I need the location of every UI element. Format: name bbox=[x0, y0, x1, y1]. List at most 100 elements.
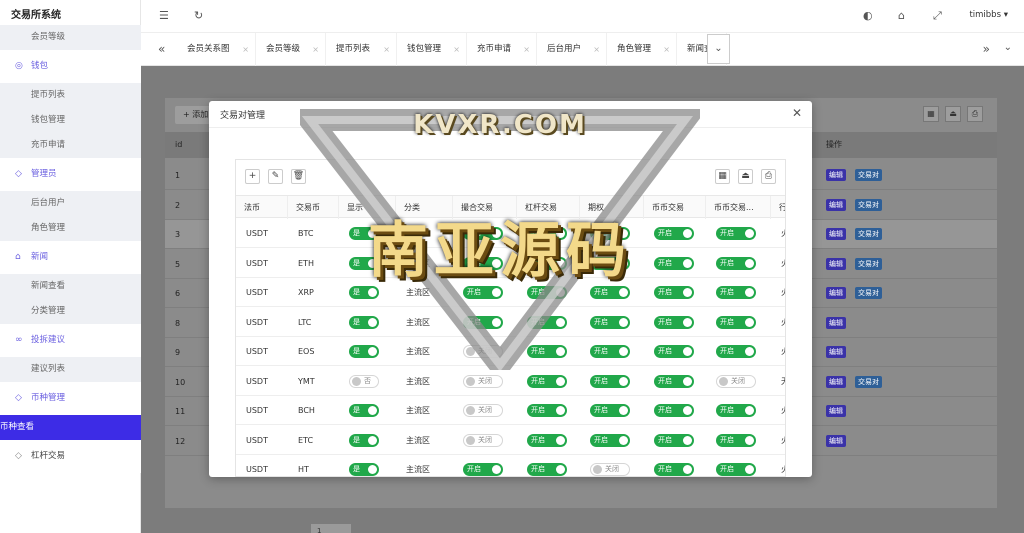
pair-button[interactable]: 交易对 bbox=[855, 169, 882, 181]
sidebar-item[interactable]: 角色管理 bbox=[0, 216, 141, 241]
toggle-switch[interactable]: 关闭 bbox=[463, 374, 503, 388]
close-icon[interactable]: × bbox=[312, 33, 319, 66]
tag-icon[interactable]: ⌂ bbox=[898, 9, 905, 22]
edit-button[interactable]: 编辑 bbox=[826, 198, 846, 211]
user-menu[interactable]: timibbs ▾ bbox=[969, 10, 1008, 20]
edit-button[interactable]: 编辑 bbox=[826, 375, 846, 388]
column-header[interactable]: 显示 bbox=[339, 196, 396, 219]
toggle-switch[interactable]: 开启 bbox=[654, 404, 694, 417]
toggle-switch[interactable]: 开启 bbox=[527, 404, 567, 417]
toggle-switch[interactable]: 开启 bbox=[590, 286, 630, 299]
toggle-switch[interactable]: 开启 bbox=[716, 404, 756, 417]
toggle-switch[interactable]: 是 bbox=[349, 404, 379, 417]
sidebar-item[interactable]: 分类管理 bbox=[0, 299, 141, 324]
toggle-switch[interactable]: 开启 bbox=[654, 227, 694, 240]
edit-button[interactable]: 编辑 bbox=[826, 287, 846, 299]
toggle-switch[interactable]: 开启 bbox=[463, 227, 503, 240]
toggle-switch[interactable]: 开启 bbox=[654, 286, 694, 299]
toggle-switch[interactable]: 开启 bbox=[716, 256, 756, 270]
theme-icon[interactable]: ◐ bbox=[863, 9, 873, 22]
tab[interactable]: 充币申请 × bbox=[467, 33, 537, 66]
toggle-switch[interactable]: 关闭 bbox=[463, 345, 503, 358]
column-header[interactable]: 分类 bbox=[396, 196, 453, 219]
tab[interactable]: 角色管理 × bbox=[607, 33, 677, 66]
toggle-switch[interactable]: 开启 bbox=[654, 374, 694, 388]
sidebar-item[interactable]: ◇ 杠杆交易 bbox=[0, 440, 141, 473]
edit-button[interactable]: 编辑 bbox=[826, 405, 846, 417]
sidebar-item[interactable]: 建议列表 bbox=[0, 357, 141, 382]
toggle-switch[interactable]: 开启 bbox=[527, 433, 567, 447]
edit-button[interactable]: 编辑 bbox=[826, 316, 846, 329]
fullscreen-icon[interactable]: ⤢ bbox=[933, 9, 942, 23]
column-header[interactable]: 撮合交易 bbox=[453, 196, 517, 219]
export-icon[interactable]: ⏏ bbox=[738, 169, 753, 184]
sidebar-item[interactable]: ◎ 钱包 bbox=[0, 50, 141, 83]
menu-fold-icon[interactable]: ☰ bbox=[159, 9, 169, 22]
toggle-switch[interactable]: 开启 bbox=[654, 345, 694, 358]
sidebar-item[interactable]: ◇ 币种管理 bbox=[0, 382, 141, 415]
sidebar-item[interactable]: ⌂ 新闻 bbox=[0, 241, 141, 274]
toggle-switch[interactable]: 是 bbox=[349, 345, 379, 358]
column-header[interactable]: 期权 bbox=[580, 196, 644, 219]
refresh-icon[interactable]: ↻ bbox=[194, 9, 203, 22]
toggle-switch[interactable]: 开启 bbox=[654, 463, 694, 476]
columns-icon[interactable]: ▦ bbox=[715, 169, 730, 184]
tabs-scroll-right-icon[interactable]: » bbox=[983, 42, 990, 56]
edit-button[interactable]: 编辑 bbox=[826, 346, 846, 358]
toggle-switch[interactable]: 开启 bbox=[654, 315, 694, 329]
sidebar-item[interactable]: ∞ 投拆建议 bbox=[0, 324, 141, 357]
toggle-switch[interactable]: 开启 bbox=[716, 433, 756, 447]
tabs-scroll-left-icon[interactable]: « bbox=[158, 42, 165, 56]
pair-button[interactable]: 交易对 bbox=[855, 198, 882, 211]
pair-button[interactable]: 交易对 bbox=[855, 257, 882, 270]
toggle-switch[interactable]: 开启 bbox=[463, 315, 503, 329]
sidebar-item[interactable]: ◇ 管理员 bbox=[0, 158, 141, 191]
toggle-switch[interactable]: 开启 bbox=[590, 374, 630, 388]
sidebar-item[interactable]: 钱包管理 bbox=[0, 108, 141, 133]
tab[interactable]: 会员等级 × bbox=[256, 33, 326, 66]
pair-button[interactable]: 交易对 bbox=[855, 375, 882, 388]
toggle-switch[interactable]: 开启 bbox=[590, 404, 630, 417]
columns-icon[interactable]: ▦ bbox=[923, 106, 939, 122]
close-icon[interactable]: × bbox=[242, 33, 249, 66]
column-header[interactable]: 法币 bbox=[236, 196, 288, 219]
column-header[interactable]: 交易币 bbox=[288, 196, 339, 219]
sidebar-item[interactable]: 会员等级 bbox=[0, 25, 141, 50]
toggle-switch[interactable]: 关闭 bbox=[590, 463, 630, 476]
sidebar-item[interactable]: 新闻查看 bbox=[0, 274, 141, 299]
close-icon[interactable]: × bbox=[523, 33, 530, 66]
tab-menu-chevron-icon[interactable]: ⌄ bbox=[707, 34, 730, 64]
toggle-switch[interactable]: 开启 bbox=[527, 463, 567, 476]
toggle-switch[interactable]: 是 bbox=[349, 463, 379, 476]
column-header[interactable]: 币币交易 bbox=[644, 196, 706, 219]
toggle-switch[interactable]: 开启 bbox=[463, 286, 503, 299]
column-header[interactable]: 行 bbox=[771, 196, 785, 219]
toggle-switch[interactable]: 开启 bbox=[654, 256, 694, 270]
toggle-switch[interactable]: 关闭 bbox=[463, 433, 503, 447]
toggle-switch[interactable]: 开启 bbox=[590, 227, 630, 240]
toggle-switch[interactable]: 开启 bbox=[527, 315, 567, 329]
toggle-switch[interactable]: 开启 bbox=[527, 256, 567, 270]
toggle-switch[interactable]: 否 bbox=[349, 374, 379, 388]
edit-button[interactable]: 编辑 bbox=[826, 434, 846, 447]
tab[interactable]: 后台用户 × bbox=[537, 33, 607, 66]
id-header[interactable]: id bbox=[175, 132, 182, 158]
toggle-switch[interactable]: 开启 bbox=[590, 256, 630, 270]
toggle-switch[interactable]: 关闭 bbox=[716, 374, 756, 388]
toggle-switch[interactable]: 开启 bbox=[716, 345, 756, 358]
close-icon[interactable]: × bbox=[593, 33, 600, 66]
export-icon[interactable]: ⏏ bbox=[945, 106, 961, 122]
toggle-switch[interactable]: 开启 bbox=[527, 345, 567, 358]
toggle-switch[interactable]: 是 bbox=[349, 286, 379, 299]
toggle-switch[interactable]: 开启 bbox=[716, 315, 756, 329]
toggle-switch[interactable]: 开启 bbox=[527, 374, 567, 388]
close-icon[interactable]: × bbox=[663, 33, 670, 66]
edit-button[interactable]: 编辑 bbox=[826, 169, 846, 181]
tab[interactable]: 会员关系图 × bbox=[177, 33, 256, 66]
sidebar-item[interactable]: 提币列表 bbox=[0, 83, 141, 108]
add-icon[interactable]: + bbox=[245, 169, 260, 184]
pagination[interactable]: 1 bbox=[311, 524, 351, 533]
toggle-switch[interactable]: 开启 bbox=[716, 286, 756, 299]
close-icon[interactable]: × bbox=[383, 33, 390, 66]
toggle-switch[interactable]: 关闭 bbox=[463, 404, 503, 417]
